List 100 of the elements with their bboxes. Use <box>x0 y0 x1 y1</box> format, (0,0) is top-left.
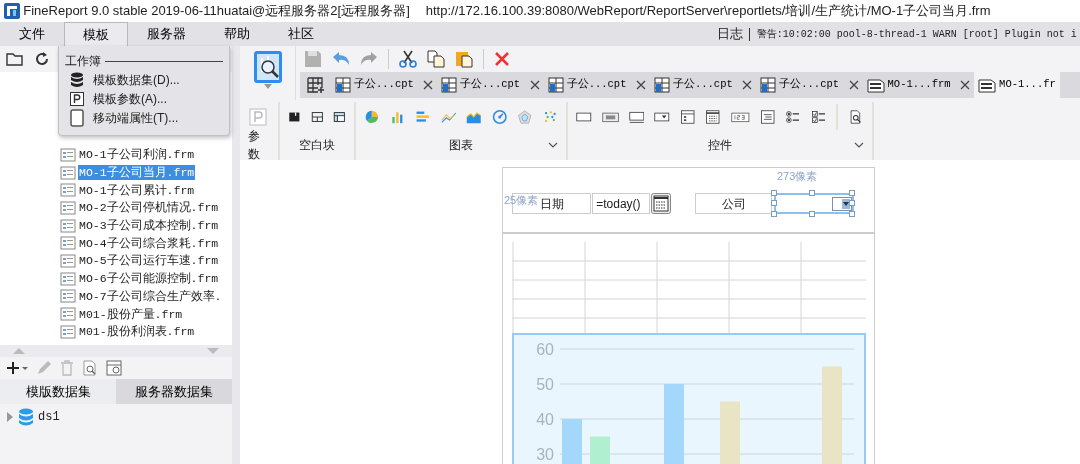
file-tab[interactable]: 子公...cpt <box>649 72 757 98</box>
bar <box>562 419 582 464</box>
designer-icon[interactable] <box>252 50 283 84</box>
scrollbar[interactable] <box>232 46 240 464</box>
form-icon <box>866 77 885 93</box>
add-icon[interactable] <box>6 360 28 376</box>
axis-label: 40 <box>536 411 554 428</box>
pie-chart-icon[interactable] <box>364 108 380 126</box>
file-icon <box>60 252 76 269</box>
menu-item[interactable]: 模板数据集(D)... <box>65 70 223 89</box>
bar <box>720 401 740 464</box>
group-label: 空白块 <box>299 137 335 154</box>
close-icon[interactable] <box>742 80 753 90</box>
close-icon[interactable] <box>848 80 859 90</box>
scissors-icon[interactable] <box>399 50 417 68</box>
dataset-name[interactable]: ds1 <box>38 408 60 426</box>
file-path: http://172.16.100.39:8080/WebReport/ReportServer\reportlets/培训/生产统计/MO-1子公司当月.frm <box>425 2 991 21</box>
radio-group-icon[interactable] <box>785 108 801 126</box>
file-icon <box>60 146 76 163</box>
menu-section-title: 工作簿 <box>65 53 101 70</box>
chevron-icon[interactable] <box>548 142 558 148</box>
menu-item[interactable]: 社区 <box>269 22 333 46</box>
tab[interactable]: 模版数据集 <box>0 379 116 404</box>
menu-item[interactable]: 服务器 <box>128 22 205 46</box>
log-message: 警告:10:02:00 pool-8-thread-1 WARN [root] Plugin not i <box>756 27 1077 42</box>
file-icon <box>60 164 76 181</box>
file-tab[interactable]: 子公...cpt <box>437 72 544 98</box>
paste-icon[interactable] <box>455 50 473 68</box>
file-tab[interactable]: 子公...cpt <box>543 72 650 98</box>
file-icon <box>60 270 76 287</box>
parameter-icon <box>70 91 84 106</box>
size-label: 25像素 <box>504 193 539 208</box>
expand-arrow-icon[interactable] <box>6 412 14 422</box>
tree-item[interactable]: M01-股份产量.frm <box>78 306 184 322</box>
tree-item[interactable]: MO-7子公司综合生产效率. <box>78 288 223 304</box>
database-icon <box>18 408 34 426</box>
window-title: FineReport 9.0 stable 2019-06-11huatai@远程服务器2[远程服务器] <box>23 2 410 21</box>
menu-item[interactable]: 帮助 <box>205 22 269 46</box>
refresh-icon[interactable] <box>34 51 50 67</box>
tree-item[interactable]: MO-6子公司能源控制.frm <box>78 271 220 287</box>
new-sheet-icon[interactable] <box>306 77 325 93</box>
tree-item[interactable]: MO-4子公司综合浆耗.frm <box>78 235 220 251</box>
tree-item[interactable]: MO-1子公司累计.frm <box>78 182 196 198</box>
group-label: 图表 <box>449 137 473 154</box>
calendar-icon[interactable] <box>705 108 721 126</box>
report-icon <box>335 77 351 93</box>
axis-label: 30 <box>536 446 554 463</box>
log-button[interactable]: 日志 <box>716 24 743 44</box>
chevron-icon[interactable] <box>854 142 864 148</box>
report-icon <box>760 77 777 93</box>
tree-item[interactable]: MO-1子公司利润.frm <box>78 147 196 163</box>
close-icon[interactable] <box>423 80 434 90</box>
menu-item[interactable]: 模板 <box>64 22 128 46</box>
file-icon <box>60 217 76 234</box>
tree-item[interactable]: M01-股份利润表.frm <box>78 324 196 340</box>
file-tab[interactable]: 子公...cpt <box>756 72 863 98</box>
axis-label: 50 <box>536 376 554 393</box>
file-icon <box>60 306 76 323</box>
report-icon <box>547 77 564 93</box>
delete-icon[interactable] <box>494 51 510 67</box>
menu-item[interactable]: 移动端属性(T)... <box>65 108 223 127</box>
close-icon[interactable] <box>529 80 540 90</box>
folder-icon[interactable] <box>6 51 24 67</box>
size-label: 273像素 <box>777 169 818 184</box>
report-icon <box>653 77 670 93</box>
menu-item[interactable]: 文件 <box>0 22 64 46</box>
file-icon <box>60 199 76 216</box>
tab[interactable]: 服务器数据集 <box>116 379 232 404</box>
preview-icon[interactable] <box>82 360 98 376</box>
copy-icon[interactable] <box>427 50 445 68</box>
form-icon <box>978 77 997 93</box>
bar <box>590 436 610 464</box>
text-block-icon[interactable] <box>759 108 776 126</box>
file-icon <box>60 288 76 305</box>
resize-handle[interactable] <box>809 190 815 196</box>
app-logo <box>4 3 20 19</box>
group-label: 参数 <box>248 128 261 163</box>
file-tab[interactable]: MO-1...fr <box>974 72 1060 98</box>
calendar-button[interactable] <box>651 193 671 214</box>
company-label: 公司 <box>695 193 772 214</box>
close-icon[interactable] <box>635 80 646 90</box>
tree-item[interactable]: MO-5子公司运行车速.frm <box>78 253 220 269</box>
axis-label: 60 <box>536 341 554 358</box>
file-tab[interactable]: 子公...cpt <box>331 72 438 98</box>
tree-item[interactable]: MO-3子公司成本控制.frm <box>78 218 220 234</box>
file-tab[interactable]: MO-1...frm <box>862 72 975 98</box>
database-icon <box>70 71 84 88</box>
tablet-icon <box>70 108 84 127</box>
date-field[interactable]: =today() <box>592 193 650 214</box>
group-label: 控件 <box>708 137 732 154</box>
undo-icon[interactable] <box>332 51 350 67</box>
resize-handle[interactable] <box>809 211 815 217</box>
close-icon[interactable] <box>960 80 971 90</box>
list-widget-icon[interactable] <box>679 108 696 126</box>
checkbox-group-icon[interactable] <box>810 108 827 126</box>
menu-item[interactable]: 模板参数(A)... <box>65 89 223 108</box>
dataset-edit-icon[interactable] <box>106 360 122 376</box>
file-icon <box>60 182 76 199</box>
tree-item[interactable]: MO-2子公司停机情况.frm <box>78 200 220 216</box>
gauge-icon[interactable] <box>491 108 507 126</box>
